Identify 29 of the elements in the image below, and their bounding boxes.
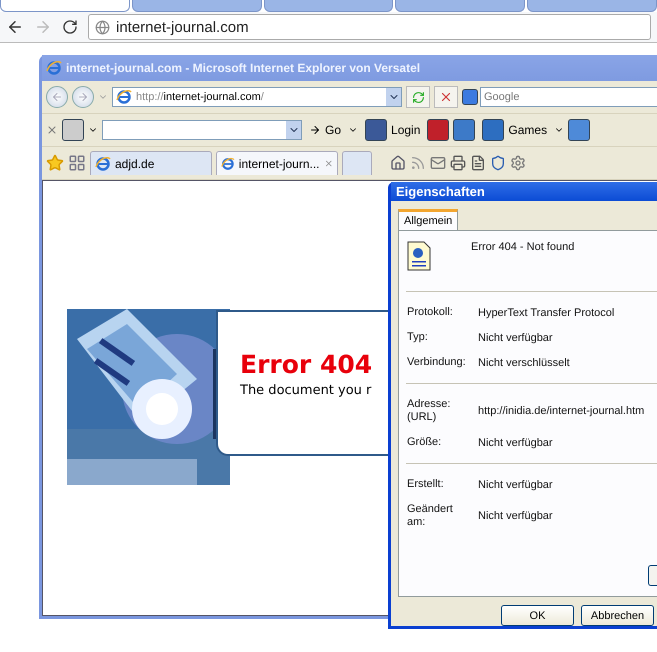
property-label: Verbindung: [407, 356, 465, 369]
property-value: Nicht verfügbar [478, 436, 554, 448]
property-value: Nicht verfügbar [478, 510, 554, 522]
dialog-tab[interactable]: Allgemein [398, 209, 458, 230]
property-value: HyperText Transfer Protocol [478, 306, 616, 318]
property-value: Nicht verfügbar [478, 478, 554, 490]
property-label: Typ: [407, 331, 429, 344]
ok-button[interactable]: OK [501, 605, 574, 626]
login-button[interactable]: Login [362, 119, 424, 141]
browser-tab[interactable]: internet-journ... [216, 151, 338, 175]
dialog-title: Eigenschaften [396, 184, 485, 199]
property-value: Nicht verfügbar [478, 332, 554, 344]
property-label: Adresse: (URL) [407, 398, 452, 424]
window-title: internet-journal.com - Microsoft Internet Explorer von Versatel [66, 61, 420, 75]
property-label: Geändert am: [407, 503, 454, 529]
error-text: The document you r [240, 383, 372, 398]
address-field[interactable]: http://internet-journal.com/ [112, 87, 402, 107]
games-button[interactable]: Games [479, 119, 550, 141]
property-label: Größe: [407, 436, 442, 449]
go-button[interactable]: Go [306, 123, 344, 137]
property-value: http://inidia.de/internet-journal.htm [478, 405, 646, 417]
document-title: Error 404 - Not found [471, 241, 574, 253]
cancel-button[interactable]: Abbrechen [581, 605, 654, 626]
property-label: Erstellt: [407, 478, 445, 491]
search-field[interactable]: Google [480, 87, 657, 107]
property-label: Protokoll: [407, 306, 454, 319]
property-value: Nicht verschlüsselt [478, 356, 571, 368]
address-bar[interactable]: internet-journal.com [88, 14, 651, 40]
browser-tab[interactable]: adjd.de [90, 151, 212, 175]
